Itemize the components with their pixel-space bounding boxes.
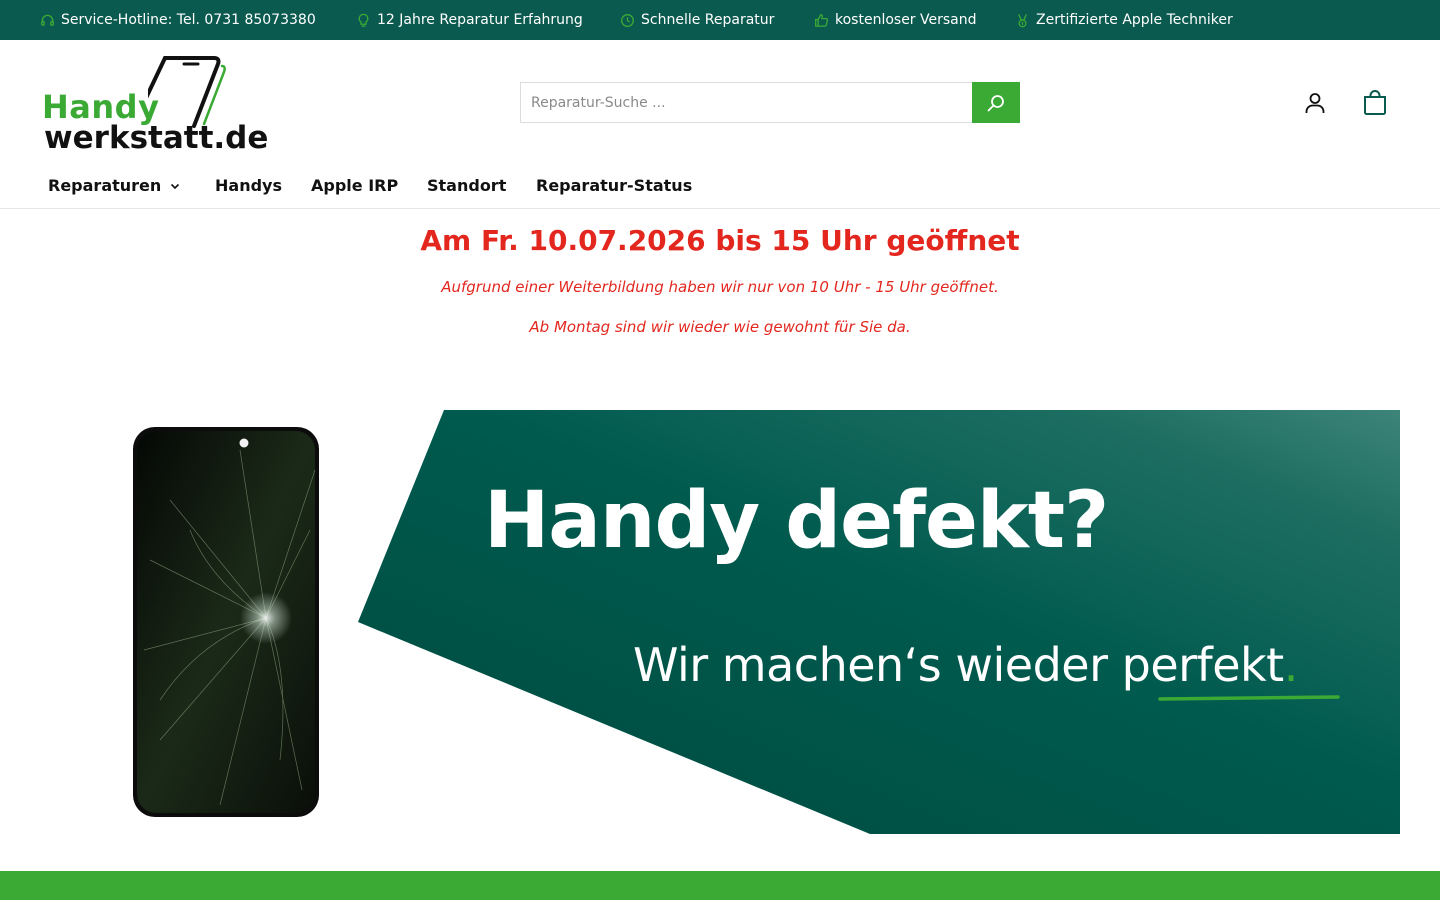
user-icon (1305, 93, 1325, 113)
main-navigation: Reparaturen Handys Apple IRP Standort Re… (0, 168, 1440, 209)
usp-fast-repair: Schnelle Reparatur (620, 0, 774, 40)
shopping-bag-icon (1364, 90, 1386, 115)
hero-banner[interactable]: Handy defekt? Wir machen‘s wieder perfek… (40, 410, 1400, 834)
clock-icon (621, 13, 634, 27)
usp-experience: 12 Jahre Reparatur Erfahrung (356, 0, 583, 40)
search-input[interactable] (520, 82, 972, 123)
usp-label: Zertifizierte Apple Techniker (1036, 12, 1233, 28)
lightbulb-icon (358, 13, 369, 27)
usp-label: Service-Hotline: Tel. 0731 85073380 (61, 12, 316, 28)
account-button[interactable] (1298, 86, 1332, 120)
nav-item-label: Handys (215, 176, 282, 195)
medal-icon (1018, 13, 1027, 27)
thumbs-up-icon (815, 13, 829, 27)
search-button[interactable] (972, 82, 1020, 123)
hero-tagline: Wir machen‘s wieder perfekt. (633, 638, 1298, 692)
opening-notice-line: Aufgrund einer Weiterbildung haben wir n… (441, 278, 999, 296)
usp-label: Schnelle Reparatur (641, 12, 775, 28)
opening-notice-title: Am Fr. 10.07.2026 bis 15 Uhr geöffnet (420, 224, 1020, 257)
site-logo[interactable]: Handy werkstatt.de (40, 52, 270, 162)
usp-free-shipping: kostenloser Versand (814, 0, 977, 40)
hero-background (133, 410, 1400, 834)
nav-item-reparaturen[interactable]: Reparaturen (48, 176, 181, 195)
nav-item-label: Standort (427, 176, 507, 195)
top-info-bar: Service-Hotline: Tel. 0731 85073380 12 J… (0, 0, 1440, 40)
headset-icon (41, 14, 54, 26)
nav-item-reparatur-status[interactable]: Reparatur-Status (536, 176, 692, 195)
nav-item-label: Reparatur-Status (536, 176, 693, 195)
usp-hotline[interactable]: Service-Hotline: Tel. 0731 85073380 (40, 0, 316, 40)
usp-label: kostenloser Versand (835, 12, 977, 28)
nav-item-label: Apple IRP (311, 176, 399, 195)
hero-tagline-dot: . (1283, 638, 1299, 692)
repair-search (520, 82, 1020, 123)
usp-label: 12 Jahre Reparatur Erfahrung (377, 12, 583, 28)
logo-text-werkstatt: werkstatt.de (44, 120, 269, 156)
cart-button[interactable] (1358, 86, 1392, 120)
nav-item-label: Reparaturen (48, 176, 162, 195)
nav-item-handys[interactable]: Handys (215, 176, 282, 195)
chevron-down-icon (171, 183, 180, 189)
green-section (0, 871, 1440, 900)
search-icon (987, 94, 1004, 111)
opening-notice-line: Ab Montag sind wir wieder wie gewohnt fü… (529, 318, 911, 336)
nav-item-apple-irp[interactable]: Apple IRP (311, 176, 398, 195)
hero-headline: Handy defekt? (484, 476, 1109, 566)
hero-tagline-text: Wir machen‘s wieder perfekt (633, 638, 1284, 692)
nav-item-standort[interactable]: Standort (427, 176, 506, 195)
usp-certified: Zertifizierte Apple Techniker (1015, 0, 1233, 40)
